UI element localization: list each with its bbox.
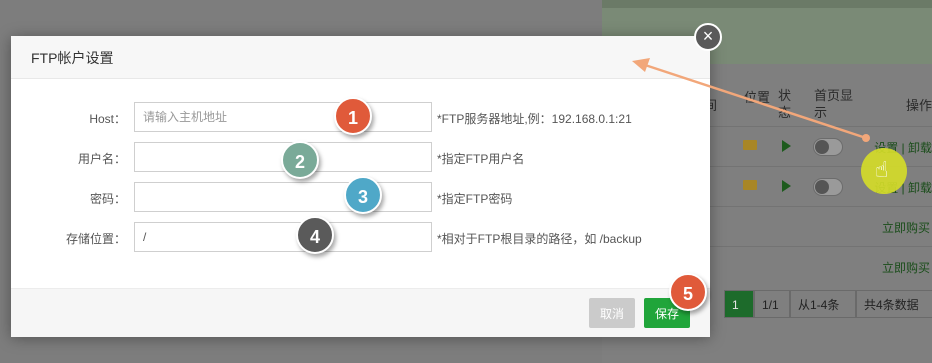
storage-path-label: 存储位置： [65,232,126,246]
pager-total: 共4条数据 [856,290,932,318]
col-location: 位置 [744,90,771,105]
buy-link[interactable]: 立即购买 [882,259,930,276]
play-icon[interactable] [782,180,791,192]
step-badge-2: 2 [281,141,319,179]
col-ops: 操作 [906,98,932,113]
background-table-header: 间 位置 状态 首页显示 操作 [704,78,932,126]
pager-current-page[interactable]: 1 [724,290,754,318]
storage-path-hint: *相对于FTP根目录的路径，如 /backup [437,232,642,246]
password-hint: *指定FTP密码 [437,192,513,206]
step-badge-1: 1 [334,97,372,135]
dialog-title: FTP帐户设置 [31,50,114,66]
step-badge-5: 5 [669,273,707,311]
storage-path-row: 存储位置： *相对于FTP根目录的路径，如 /backup [11,222,710,252]
homepage-toggle[interactable] [813,138,843,156]
storage-path-input[interactable] [134,222,432,252]
folder-icon[interactable] [743,180,757,190]
username-label: 用户名： [77,152,126,166]
buy-link[interactable]: 立即购买 [882,219,930,236]
play-icon[interactable] [782,140,791,152]
host-input[interactable] [134,102,432,132]
username-hint: *指定FTP用户名 [437,152,525,166]
password-label: 密码： [89,192,126,206]
close-icon[interactable]: × [694,23,722,51]
dialog-footer: 取消 保存 [11,288,710,337]
host-label: Host： [89,112,126,126]
step-badge-4: 4 [296,216,334,254]
step-badge-3: 3 [344,176,382,214]
pager-range: 从1-4条 [790,290,856,318]
pager-page-count: 1/1 [754,290,790,318]
password-input[interactable] [134,182,432,212]
username-row: 用户名： *指定FTP用户名 [11,142,710,172]
hand-cursor-icon: ☝ [875,157,889,182]
cancel-button[interactable]: 取消 [589,298,635,328]
host-hint: *FTP服务器地址,例：192.168.0.1:21 [437,112,632,126]
dialog-header: FTP帐户设置 [11,36,710,79]
col-homepage: 首页显示 [814,88,854,120]
col-status: 状态 [778,88,792,120]
folder-icon[interactable] [743,140,757,150]
homepage-toggle[interactable] [813,178,843,196]
